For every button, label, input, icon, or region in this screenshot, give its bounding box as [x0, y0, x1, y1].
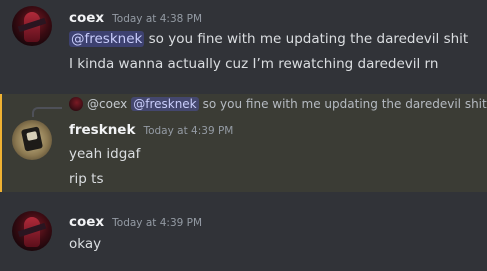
reply-connector	[32, 107, 62, 117]
reply-avatar	[69, 97, 83, 111]
message-text: I kinda wanna actually cuz I’m rewatchin…	[69, 56, 439, 72]
timestamp[interactable]: Today at 4:39 PM	[112, 217, 202, 229]
message-header: coex Today at 4:39 PM	[69, 214, 202, 230]
username[interactable]: coex	[69, 10, 104, 26]
message-text: @fresknek so you fine with me updating t…	[69, 31, 469, 47]
avatar[interactable]	[12, 6, 52, 46]
timestamp[interactable]: Today at 4:39 PM	[143, 125, 233, 137]
message-text: rip ts	[69, 171, 104, 187]
message-header: fresknek Today at 4:39 PM	[69, 122, 233, 138]
reply-username[interactable]: @coex	[87, 97, 127, 111]
message-text: okay	[69, 236, 102, 252]
avatar[interactable]	[12, 120, 52, 160]
reply-mention[interactable]: @fresknek	[131, 97, 199, 111]
reply-preview[interactable]: @coex @fresknek so you fine with me upda…	[69, 97, 487, 111]
reply-text: so you fine with me updating the daredev…	[202, 97, 487, 111]
timestamp[interactable]: Today at 4:38 PM	[112, 13, 202, 25]
user-mention[interactable]: @fresknek	[69, 31, 145, 47]
message-header: coex Today at 4:38 PM	[69, 10, 202, 26]
chat-view: coex Today at 4:38 PM @fresknek so you f…	[0, 0, 487, 271]
message-text: yeah idgaf	[69, 146, 141, 162]
username[interactable]: coex	[69, 214, 104, 230]
avatar[interactable]	[12, 211, 52, 251]
username[interactable]: fresknek	[69, 122, 135, 138]
